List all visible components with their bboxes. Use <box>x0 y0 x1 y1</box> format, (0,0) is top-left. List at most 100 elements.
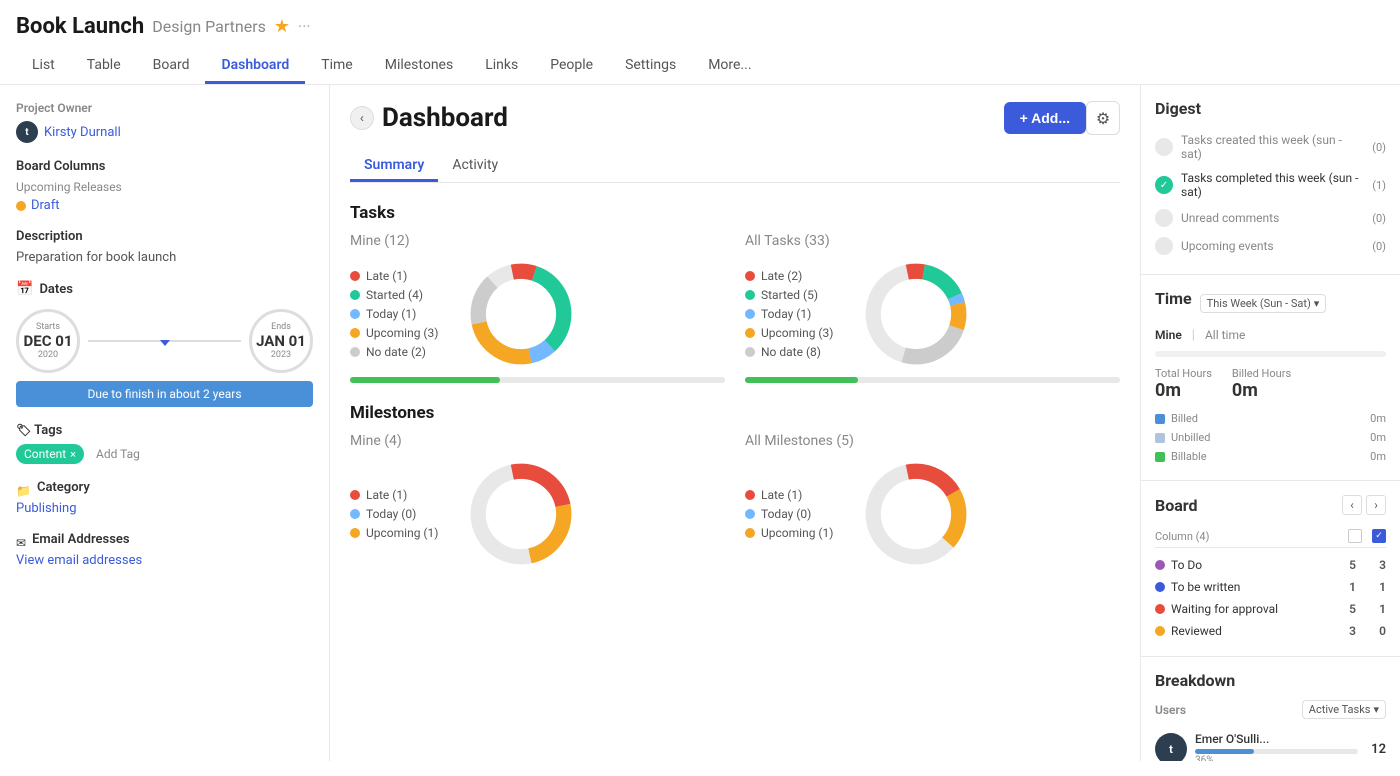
board-header-checkbox1[interactable] <box>1348 529 1362 543</box>
nav-tab-table[interactable]: Table <box>71 49 137 84</box>
mine-ms-label: Mine (4) <box>350 433 725 449</box>
time-details: Billed0mUnbilled0mBillable0m <box>1155 409 1386 466</box>
nav-tab-list[interactable]: List <box>16 49 71 84</box>
board-panel: Board ‹ › Column (4) ✓ To Do53To be writ… <box>1141 481 1400 657</box>
milestones-cards-row: Mine (4) Late (1)Today (0)Upcoming (1) <box>350 433 1120 569</box>
draft-label[interactable]: Draft <box>31 198 60 213</box>
legend-item: Late (1) <box>350 488 450 502</box>
add-button[interactable]: + Add... <box>1004 102 1086 134</box>
week-selector[interactable]: This Week (Sun - Sat) ▾ <box>1200 294 1327 313</box>
digest-items: Tasks created this week (sun - sat)(0)✓T… <box>1155 128 1386 260</box>
board-row[interactable]: To Do53 <box>1155 554 1386 576</box>
user-name: Emer O'Sulli... <box>1195 732 1358 746</box>
digest-item: ✓Tasks completed this week (sun - sat)(1… <box>1155 166 1386 204</box>
description-text: Preparation for book launch <box>16 250 313 265</box>
dates-label: 📅 Dates <box>16 281 313 297</box>
more-icon[interactable]: ··· <box>298 17 311 36</box>
star-icon[interactable]: ★ <box>274 16 290 37</box>
owner-name[interactable]: t Kirsty Durnall <box>16 121 313 143</box>
nav-tab-milestones[interactable]: Milestones <box>369 49 470 84</box>
mine-tasks-legend: Late (1)Started (4)Today (1)Upcoming (3)… <box>350 269 450 359</box>
description-section: Description Preparation for book launch <box>16 229 313 265</box>
nav-tab-dashboard[interactable]: Dashboard <box>205 49 305 84</box>
email-label: Email Addresses <box>32 532 130 547</box>
breakdown-users-label: Users <box>1155 703 1186 717</box>
time-tab-mine[interactable]: Mine <box>1155 328 1182 343</box>
digest-panel: Digest Tasks created this week (sun - sa… <box>1141 85 1400 275</box>
time-header: Time This Week (Sun - Sat) ▾ <box>1155 289 1386 318</box>
legend-item: Upcoming (3) <box>745 326 845 340</box>
email-link[interactable]: View email addresses <box>16 553 313 568</box>
collapse-sidebar-button[interactable]: ‹ <box>350 106 374 130</box>
nav-tab-people[interactable]: People <box>534 49 609 84</box>
all-ms-legend: Late (1)Today (0)Upcoming (1) <box>745 488 845 540</box>
tag-content: Content × <box>16 444 84 464</box>
mine-tasks-donut <box>466 259 576 369</box>
all-tasks-chart: Late (2)Started (5)Today (1)Upcoming (3)… <box>745 259 1120 369</box>
owner-label: Project Owner <box>16 101 313 115</box>
breakdown-sub: Users Active Tasks ▾ <box>1155 700 1386 719</box>
main-nav: ListTableBoardDashboardTimeMilestonesLin… <box>16 49 1384 84</box>
legend-item: Upcoming (1) <box>350 526 450 540</box>
settings-button[interactable]: ⚙ <box>1086 101 1120 135</box>
board-row[interactable]: To be written11 <box>1155 576 1386 598</box>
category-value[interactable]: Publishing <box>16 501 313 516</box>
digest-item: Unread comments(0) <box>1155 204 1386 232</box>
digest-item-icon <box>1155 209 1173 227</box>
add-tag-button[interactable]: Add Tag <box>96 447 140 461</box>
board-next-button[interactable]: › <box>1366 495 1386 515</box>
end-date-circle: Ends JAN 01 2023 <box>249 309 313 373</box>
nav-tab-time[interactable]: Time <box>305 49 368 84</box>
nav-tab-links[interactable]: Links <box>469 49 534 84</box>
board-header-checkbox2[interactable]: ✓ <box>1372 529 1386 543</box>
dashboard-tabs: SummaryActivity <box>350 151 1120 183</box>
board-prev-button[interactable]: ‹ <box>1342 495 1362 515</box>
legend-item: Upcoming (3) <box>350 326 450 340</box>
user-bar-wrap <box>1195 749 1358 754</box>
end-year: 2023 <box>271 350 291 360</box>
user-info: Emer O'Sulli... 36% <box>1195 732 1358 761</box>
nav-tab-board[interactable]: Board <box>137 49 206 84</box>
time-stats: Total Hours 0m Billed Hours 0m <box>1155 367 1386 401</box>
total-hours-value: 0m <box>1155 380 1212 401</box>
date-line <box>88 340 241 342</box>
dates-section: 📅 Dates Starts DEC 01 2020 Ends JAN 01 2… <box>16 281 313 407</box>
dash-tab-summary[interactable]: Summary <box>350 151 438 182</box>
content-area: ‹ Dashboard + Add... ⚙ SummaryActivity T… <box>330 85 1400 761</box>
time-detail-item: Unbilled0m <box>1155 428 1386 447</box>
nav-tab-settings[interactable]: Settings <box>609 49 692 84</box>
nav-tab-more[interactable]: More... <box>692 49 767 84</box>
time-tab-alltime[interactable]: All time <box>1205 328 1245 343</box>
all-ms-chart: Late (1)Today (0)Upcoming (1) <box>745 459 1120 569</box>
board-header: Board ‹ › <box>1155 495 1386 515</box>
all-ms-donut <box>861 459 971 569</box>
project-subtitle: Design Partners <box>152 17 266 36</box>
end-label: Ends <box>271 322 291 332</box>
draft-dot <box>16 201 26 211</box>
due-banner: Due to finish in about 2 years <box>16 381 313 407</box>
digest-title: Digest <box>1155 99 1386 118</box>
start-label: Starts <box>36 322 60 332</box>
mine-tasks-card: Mine (12) Late (1)Started (4)Today (1)Up… <box>350 233 725 383</box>
breakdown-filter-button[interactable]: Active Tasks ▾ <box>1302 700 1386 719</box>
board-columns-section: Board Columns Upcoming Releases Draft <box>16 159 313 213</box>
draft-badge: Draft <box>16 198 313 213</box>
project-title-row: Book Launch Design Partners ★ ··· <box>16 14 1384 39</box>
dash-tab-activity[interactable]: Activity <box>438 151 512 182</box>
tasks-cards-row: Mine (12) Late (1)Started (4)Today (1)Up… <box>350 233 1120 383</box>
user-row[interactable]: t Emer O'Sulli... 36% 12 <box>1155 727 1386 761</box>
board-row[interactable]: Reviewed30 <box>1155 620 1386 642</box>
mine-ms-legend: Late (1)Today (0)Upcoming (1) <box>350 488 450 540</box>
breakdown-title: Breakdown <box>1155 671 1235 690</box>
all-tasks-legend: Late (2)Started (5)Today (1)Upcoming (3)… <box>745 269 845 359</box>
total-hours-stat: Total Hours 0m <box>1155 367 1212 401</box>
description-label: Description <box>16 229 313 244</box>
board-row[interactable]: Waiting for approval51 <box>1155 598 1386 620</box>
board-title: Board <box>1155 496 1198 515</box>
time-bar <box>1155 351 1386 357</box>
dashboard-title: Dashboard <box>382 103 508 133</box>
board-columns-label: Board Columns <box>16 159 313 174</box>
all-milestones-card: All Milestones (5) Late (1)Today (0)Upco… <box>745 433 1120 569</box>
tag-remove-icon[interactable]: × <box>70 448 76 461</box>
mine-tasks-progress <box>350 377 725 383</box>
